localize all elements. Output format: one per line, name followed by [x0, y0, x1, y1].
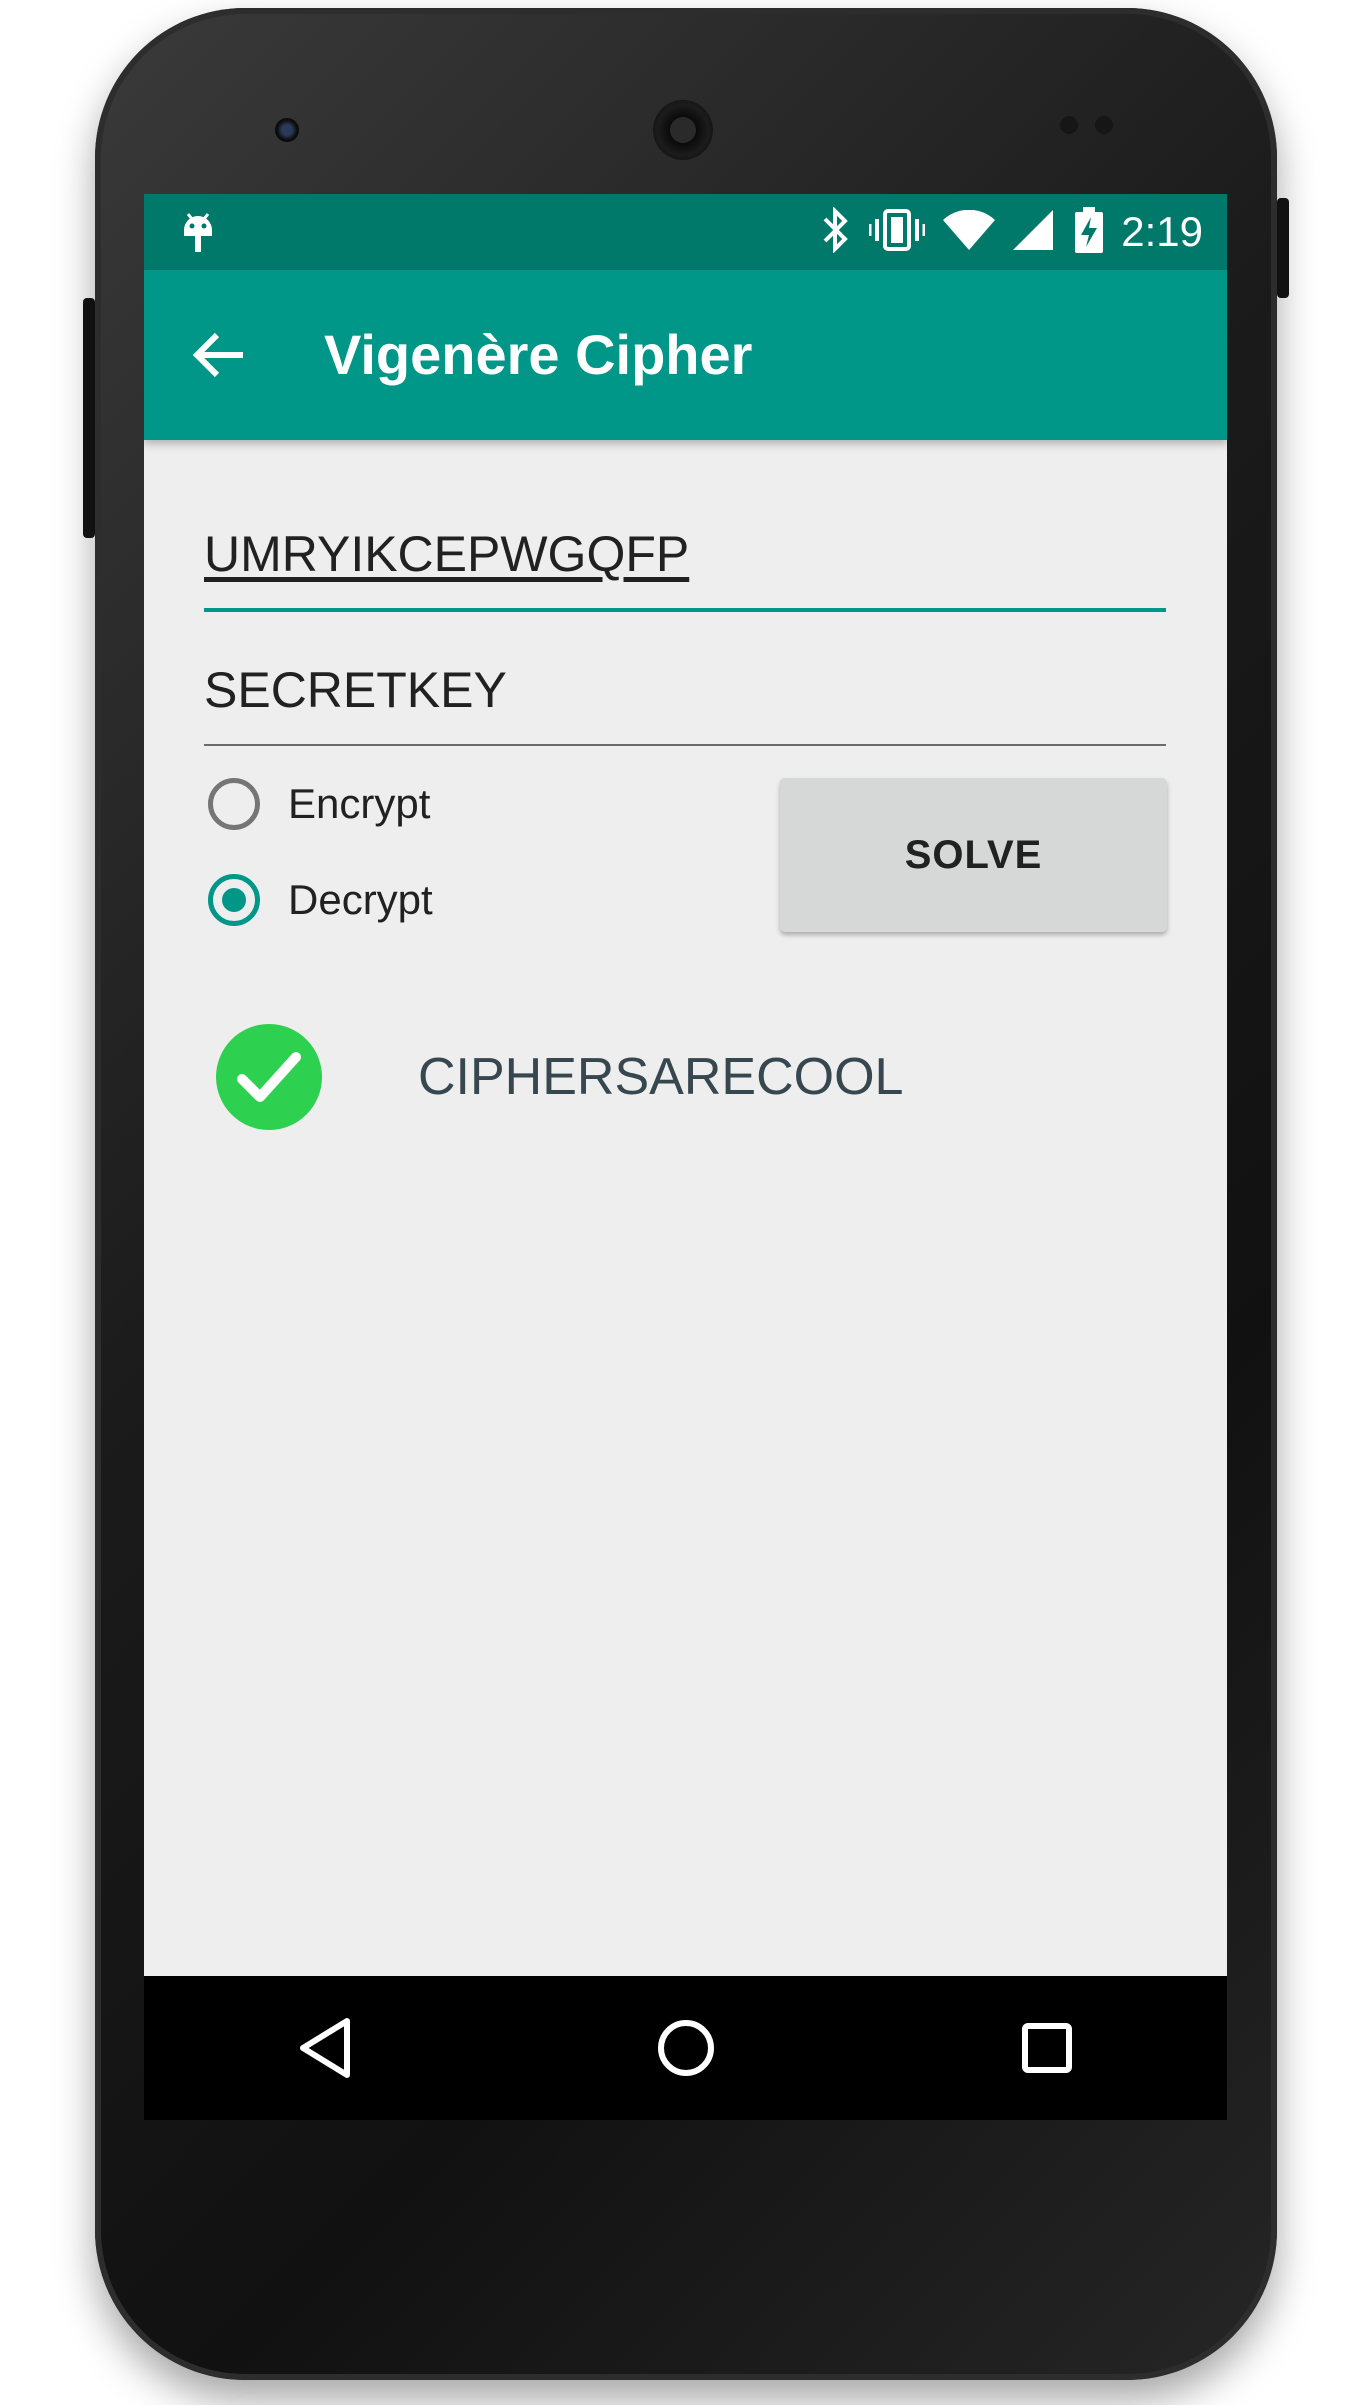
android-debug-icon [180, 210, 216, 259]
earpiece-speaker [653, 100, 713, 160]
battery-charging-icon [1075, 206, 1104, 258]
home-circle-icon [657, 2020, 714, 2076]
radio-decrypt[interactable]: Decrypt [208, 874, 433, 926]
radio-decrypt-label: Decrypt [288, 876, 433, 923]
light-sensor [1095, 116, 1113, 134]
bluetooth-icon [821, 205, 851, 258]
screen: 2:19 Vigenère Cipher UMRYIKCEPWGQFP SECR… [144, 194, 1227, 2120]
nav-recents-button[interactable] [1002, 2003, 1092, 2093]
app-title: Vigenère Cipher [324, 323, 753, 386]
radio-button-checked[interactable] [208, 874, 260, 926]
status-bar: 2:19 [144, 194, 1227, 270]
proximity-sensor [1060, 116, 1078, 134]
key-input[interactable]: SECRETKEY [204, 660, 1166, 746]
nav-home-button[interactable] [641, 2003, 731, 2093]
result-row: CIPHERSARECOOL [216, 1024, 903, 1130]
result-text: CIPHERSARECOOL [418, 1048, 904, 1106]
status-icons: 2:19 [821, 194, 1203, 270]
signal-icon [1013, 209, 1057, 255]
arrow-back-icon [192, 332, 243, 378]
check-circle-icon [216, 1024, 322, 1130]
volume-button [83, 298, 95, 538]
solve-button[interactable]: SOLVE [780, 778, 1167, 932]
key-input-underline [204, 744, 1166, 746]
status-time: 2:19 [1121, 208, 1203, 255]
text-input[interactable]: UMRYIKCEPWGQFP [204, 524, 1166, 612]
power-button [1277, 198, 1289, 298]
text-input-underline [204, 608, 1166, 612]
back-button[interactable] [184, 320, 254, 390]
back-triangle-icon [299, 2018, 350, 2078]
text-input-value: UMRYIKCEPWGQFP [204, 526, 690, 582]
vibrate-icon [868, 207, 926, 258]
key-input-value: SECRETKEY [204, 662, 507, 718]
recents-square-icon [1021, 2023, 1072, 2073]
wifi-icon [943, 209, 996, 255]
app-bar: Vigenère Cipher [144, 270, 1227, 440]
radio-encrypt-label: Encrypt [288, 780, 431, 827]
radio-button-unchecked[interactable] [208, 778, 260, 830]
radio-encrypt[interactable]: Encrypt [208, 778, 430, 830]
navigation-bar [144, 1976, 1227, 2120]
nav-back-button[interactable] [280, 2003, 370, 2093]
front-camera [275, 118, 299, 142]
